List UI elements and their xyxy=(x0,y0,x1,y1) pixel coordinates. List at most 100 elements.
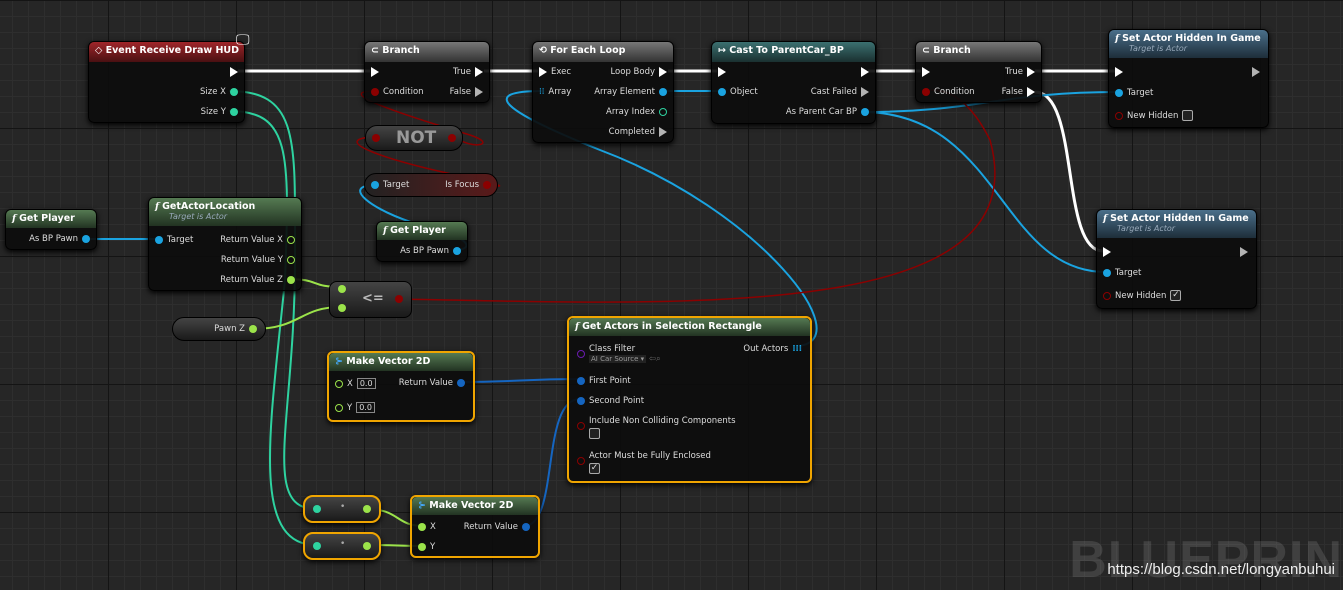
exec-in-pin[interactable] xyxy=(371,67,379,77)
is-focus-pin[interactable] xyxy=(483,181,491,189)
array-pin[interactable]: ⁞⁞ xyxy=(539,87,544,97)
pin-label: Object xyxy=(730,87,758,97)
exec-out-pin[interactable] xyxy=(1240,247,1248,257)
object-pin[interactable] xyxy=(718,88,726,96)
new-hidden-checkbox[interactable] xyxy=(1182,110,1194,121)
set-actor-hidden-node[interactable]: f Set Actor Hidden In Game Target is Actor… xyxy=(1096,209,1257,309)
event-receive-draw-hud-node[interactable]: ◇ Event Receive Draw HUD Size X Size Y xyxy=(88,41,245,123)
false-pin[interactable] xyxy=(1027,87,1035,97)
not-node[interactable]: NOT xyxy=(365,125,463,151)
size-y-pin[interactable] xyxy=(230,108,238,116)
a-pin[interactable] xyxy=(338,285,346,293)
false-pin[interactable] xyxy=(475,87,483,97)
get-actors-in-selection-rectangle-node[interactable]: f Get Actors in Selection Rectangle Class… xyxy=(567,316,812,483)
loop-body-pin[interactable] xyxy=(659,67,667,77)
input-pin[interactable] xyxy=(313,505,321,513)
target-pin[interactable] xyxy=(1115,89,1123,97)
exec-in-pin[interactable] xyxy=(1115,67,1123,77)
output-pin[interactable] xyxy=(363,542,371,550)
exec-out-pin[interactable] xyxy=(861,67,869,77)
input-pin[interactable] xyxy=(313,542,321,550)
result-pin[interactable] xyxy=(395,295,403,303)
node-subtitle: Target is Actor xyxy=(1117,224,1176,233)
not-out-pin[interactable] xyxy=(448,134,456,142)
make-vector-2d-node[interactable]: ⊱ Make Vector 2D X 0.0 Y 0.0 Return Value xyxy=(327,351,475,422)
target-pin[interactable] xyxy=(155,236,163,244)
for-each-loop-node[interactable]: ⟲ For Each Loop Exec ⁞⁞ Array Loop Body A… xyxy=(532,41,674,143)
y-pin[interactable] xyxy=(418,543,426,551)
get-player-node[interactable]: f Get Player As BP Pawn xyxy=(5,209,97,250)
set-actor-hidden-node[interactable]: f Set Actor Hidden In Game Target is Actor… xyxy=(1108,29,1269,128)
node-title: For Each Loop xyxy=(550,45,626,56)
new-hidden-pin[interactable] xyxy=(1103,291,1111,300)
first-point-pin[interactable] xyxy=(577,377,585,385)
true-pin[interactable] xyxy=(475,67,483,77)
return-z-pin[interactable] xyxy=(287,276,295,284)
as-bp-pawn-pin[interactable] xyxy=(82,235,90,243)
get-actor-location-node[interactable]: f GetActorLocation Target is Actor Target … xyxy=(148,197,302,291)
make-vector-2d-node[interactable]: ⊱ Make Vector 2D X Y Return Value xyxy=(410,495,540,558)
exec-wire xyxy=(1034,90,1104,253)
include-non-colliding-pin[interactable] xyxy=(577,422,585,430)
cast-to-parentcar-node[interactable]: ↦ Cast To ParentCar_BP Object Cast Faile… xyxy=(711,41,876,124)
return-x-pin[interactable] xyxy=(287,236,295,244)
cast-failed-pin[interactable] xyxy=(861,87,869,97)
new-hidden-pin[interactable] xyxy=(1115,111,1123,120)
pawn-z-variable-node[interactable]: Pawn Z xyxy=(172,317,266,341)
branch-node[interactable]: ⊂ Branch Condition True False xyxy=(364,41,490,103)
not-in-pin[interactable] xyxy=(372,134,380,142)
exec-out-pin[interactable] xyxy=(1252,67,1260,77)
divide-node[interactable]: • xyxy=(303,495,381,523)
class-filter-pin[interactable] xyxy=(577,350,585,358)
make-struct-icon: ⊱ xyxy=(418,500,430,511)
size-x-pin[interactable] xyxy=(230,88,238,96)
browse-icon[interactable]: ⇦⌕ xyxy=(646,354,661,364)
condition-pin[interactable] xyxy=(922,88,930,96)
pawn-z-pin[interactable] xyxy=(249,325,257,333)
return-value-pin[interactable] xyxy=(457,379,465,387)
second-point-pin[interactable] xyxy=(577,397,585,405)
y-pin[interactable] xyxy=(335,403,343,412)
is-focus-node[interactable]: Target Is Focus xyxy=(364,173,498,197)
target-pin[interactable] xyxy=(1103,269,1111,277)
less-equal-node[interactable]: <= xyxy=(329,281,412,318)
as-bp-pawn-pin[interactable] xyxy=(453,247,461,255)
output-pin[interactable] xyxy=(363,505,371,513)
node-title: GetActorLocation xyxy=(162,201,256,212)
completed-pin[interactable] xyxy=(659,127,667,137)
node-title: Set Actor Hidden In Game xyxy=(1110,213,1249,224)
target-pin[interactable] xyxy=(371,181,379,189)
exec-in-pin[interactable] xyxy=(922,67,930,77)
array-index-pin[interactable] xyxy=(659,108,667,116)
true-pin[interactable] xyxy=(1027,67,1035,77)
fully-enclosed-pin[interactable] xyxy=(577,457,585,465)
exec-in-pin[interactable] xyxy=(539,67,547,77)
struct-wire xyxy=(228,90,317,510)
node-subtitle: Target is Actor xyxy=(169,212,228,221)
divide-node[interactable]: • xyxy=(303,532,381,560)
class-filter-dropdown[interactable]: AI Car Source ▾ xyxy=(589,355,647,363)
pin-label: Condition xyxy=(934,87,975,97)
as-parent-car-bp-pin[interactable] xyxy=(861,108,869,116)
branch-node[interactable]: ⊂ Branch Condition True False xyxy=(915,41,1042,103)
condition-pin[interactable] xyxy=(371,88,379,96)
y-value-input[interactable]: 0.0 xyxy=(356,402,375,413)
return-value-pin[interactable] xyxy=(522,523,530,531)
pin-label: Array Index xyxy=(606,107,655,117)
exec-in-pin[interactable] xyxy=(718,67,726,77)
exec-in-pin[interactable] xyxy=(1103,247,1111,257)
x-pin[interactable] xyxy=(418,523,426,531)
return-y-pin[interactable] xyxy=(287,256,295,264)
array-element-pin[interactable] xyxy=(659,88,667,96)
b-pin[interactable] xyxy=(338,304,346,312)
new-hidden-checkbox[interactable]: ✓ xyxy=(1170,290,1182,301)
fully-enclosed-checkbox[interactable]: ✓ xyxy=(589,463,600,474)
pin-label: Out Actors xyxy=(743,344,789,354)
node-title: Make Vector 2D xyxy=(346,356,431,367)
x-value-input[interactable]: 0.0 xyxy=(356,378,376,389)
exec-out-pin[interactable] xyxy=(230,67,238,77)
get-player-node[interactable]: f Get Player As BP Pawn xyxy=(376,221,468,262)
x-pin[interactable] xyxy=(335,379,343,388)
out-actors-pin[interactable]: ⁞⁞⁞ xyxy=(792,344,802,354)
include-non-colliding-checkbox[interactable] xyxy=(589,428,600,439)
